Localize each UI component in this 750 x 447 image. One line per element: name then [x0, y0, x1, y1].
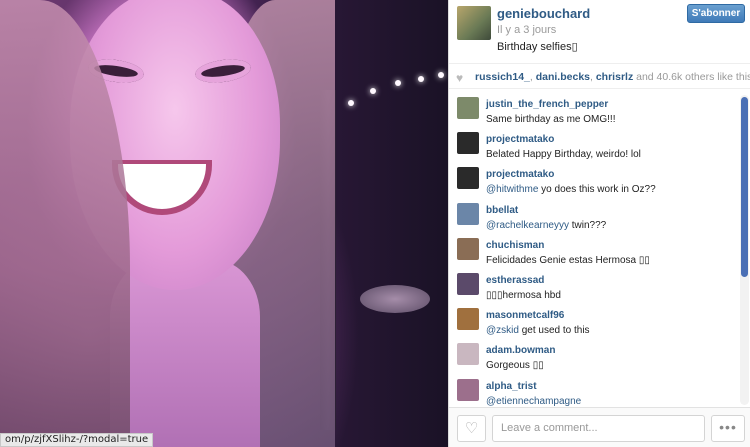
liker-link[interactable]: chrisrlz [596, 71, 633, 83]
liker-link[interactable]: dani.becks [536, 71, 590, 83]
comment-mention[interactable]: @hitwithme [486, 184, 538, 195]
comment-row: alpha_trist @etiennechampagne [449, 372, 739, 407]
post-side-panel: geniebouchard Il y a 3 jours Birthday se… [448, 0, 750, 447]
heart-outline-icon: ♡ [464, 420, 479, 437]
likes-bar: ♥ russich14_, dani.becks, chrisrlz and 4… [449, 63, 750, 89]
commenter-avatar[interactable] [457, 378, 479, 401]
comment-row: bbellat @rachelkearneyyy twin??? [449, 196, 739, 231]
comment-body: get used to this [518, 325, 590, 337]
photo-table [360, 285, 430, 313]
comment-text: Belated Happy Birthday, weirdo! lol [486, 149, 641, 160]
commenter-avatar[interactable] [457, 167, 479, 190]
comment-body: yo does this work in Oz?? [538, 184, 656, 196]
author-username[interactable]: geniebouchard [497, 6, 590, 21]
more-options-button[interactable]: ••• [711, 415, 745, 442]
comment-row: justin_the_french_pepper Same birthday as… [449, 90, 739, 125]
comment-body: Gorgeous ▯▯ [486, 360, 544, 372]
likes-suffix: and 40.6k others like this. [636, 71, 750, 83]
commenter-username[interactable]: chuchisman [486, 240, 544, 251]
photo-string-lights [340, 70, 448, 130]
comment-text: @rachelkearneyyy twin??? [486, 220, 606, 231]
heart-icon: ♥ [456, 71, 464, 85]
comment-body: Felicidades Genie estas Hermosa ▯▯ [486, 254, 650, 266]
comment-text: @etiennechampagne [486, 396, 581, 407]
commenter-username[interactable]: alpha_trist [486, 381, 537, 392]
comment-body: Belated Happy Birthday, weirdo! lol [486, 149, 641, 161]
comment-text: @zskid get used to this [486, 325, 590, 336]
commenter-username[interactable]: justin_the_french_pepper [486, 99, 608, 110]
comment-row: projectmatako @hitwithme yo does this wor… [449, 160, 739, 195]
commenter-avatar[interactable] [457, 272, 479, 295]
commenter-avatar[interactable] [457, 97, 479, 119]
comments-scrollbar[interactable] [740, 95, 749, 405]
scrollbar-thumb[interactable] [741, 97, 748, 277]
commenter-avatar[interactable] [457, 237, 479, 260]
comment-row: projectmatako Belated Happy Birthday, wei… [449, 125, 739, 160]
comment-text: @hitwithme yo does this work in Oz?? [486, 184, 656, 195]
comment-mention[interactable]: @etiennechampagne [486, 396, 581, 407]
status-url: om/p/zjfXSlihz-/?modal=true [0, 433, 154, 447]
comment-row: chuchisman Felicidades Genie estas Hermos… [449, 231, 739, 266]
commenter-username[interactable]: estherassad [486, 275, 544, 286]
commenter-username[interactable]: bbellat [486, 205, 518, 216]
comment-text: ▯▯▯hermosa hbd [486, 290, 561, 301]
comment-footer: ♡ Leave a comment... ••• [449, 407, 750, 447]
post-header: geniebouchard Il y a 3 jours Birthday se… [449, 0, 750, 62]
likes-text: russich14_, dani.becks, chrisrlz and 40.… [475, 71, 750, 83]
comment-row: adam.bowman Gorgeous ▯▯ [449, 336, 739, 371]
post-timestamp[interactable]: Il y a 3 jours [497, 24, 556, 36]
comment-row: estherassad ▯▯▯hermosa hbd [449, 266, 739, 301]
comment-text: Felicidades Genie estas Hermosa ▯▯ [486, 255, 650, 266]
commenter-username[interactable]: projectmatako [486, 134, 554, 145]
follow-button[interactable]: S'abonner [687, 4, 745, 23]
comment-body: twin??? [568, 219, 607, 231]
comment-body: Same birthday as me OMG!!! [486, 114, 616, 125]
post-photo[interactable] [0, 0, 448, 447]
comment-body: ▯▯▯hermosa hbd [486, 289, 561, 301]
commenter-username[interactable]: adam.bowman [486, 345, 555, 356]
liker-link[interactable]: russich14_ [475, 71, 530, 83]
comment-text: Gorgeous ▯▯ [486, 360, 544, 371]
comment-row: masonmetcalf96 @zskid get used to this [449, 301, 739, 336]
commenter-avatar[interactable] [457, 132, 479, 155]
commenter-avatar[interactable] [457, 308, 479, 331]
comment-input[interactable]: Leave a comment... [492, 415, 705, 442]
like-button[interactable]: ♡ [457, 415, 486, 442]
comment-mention[interactable]: @rachelkearneyyy [486, 220, 569, 231]
comment-text: Same birthday as me OMG!!! [486, 114, 616, 125]
commenter-avatar[interactable] [457, 202, 479, 225]
commenter-username[interactable]: projectmatako [486, 169, 554, 180]
commenter-avatar[interactable] [457, 343, 479, 366]
comment-list: justin_the_french_pepper Same birthday as… [449, 90, 739, 407]
commenter-username[interactable]: masonmetcalf96 [486, 310, 564, 321]
post-caption: Birthday selfies▯ [497, 41, 578, 53]
author-avatar[interactable] [457, 6, 491, 40]
comment-mention[interactable]: @zskid [486, 325, 519, 336]
